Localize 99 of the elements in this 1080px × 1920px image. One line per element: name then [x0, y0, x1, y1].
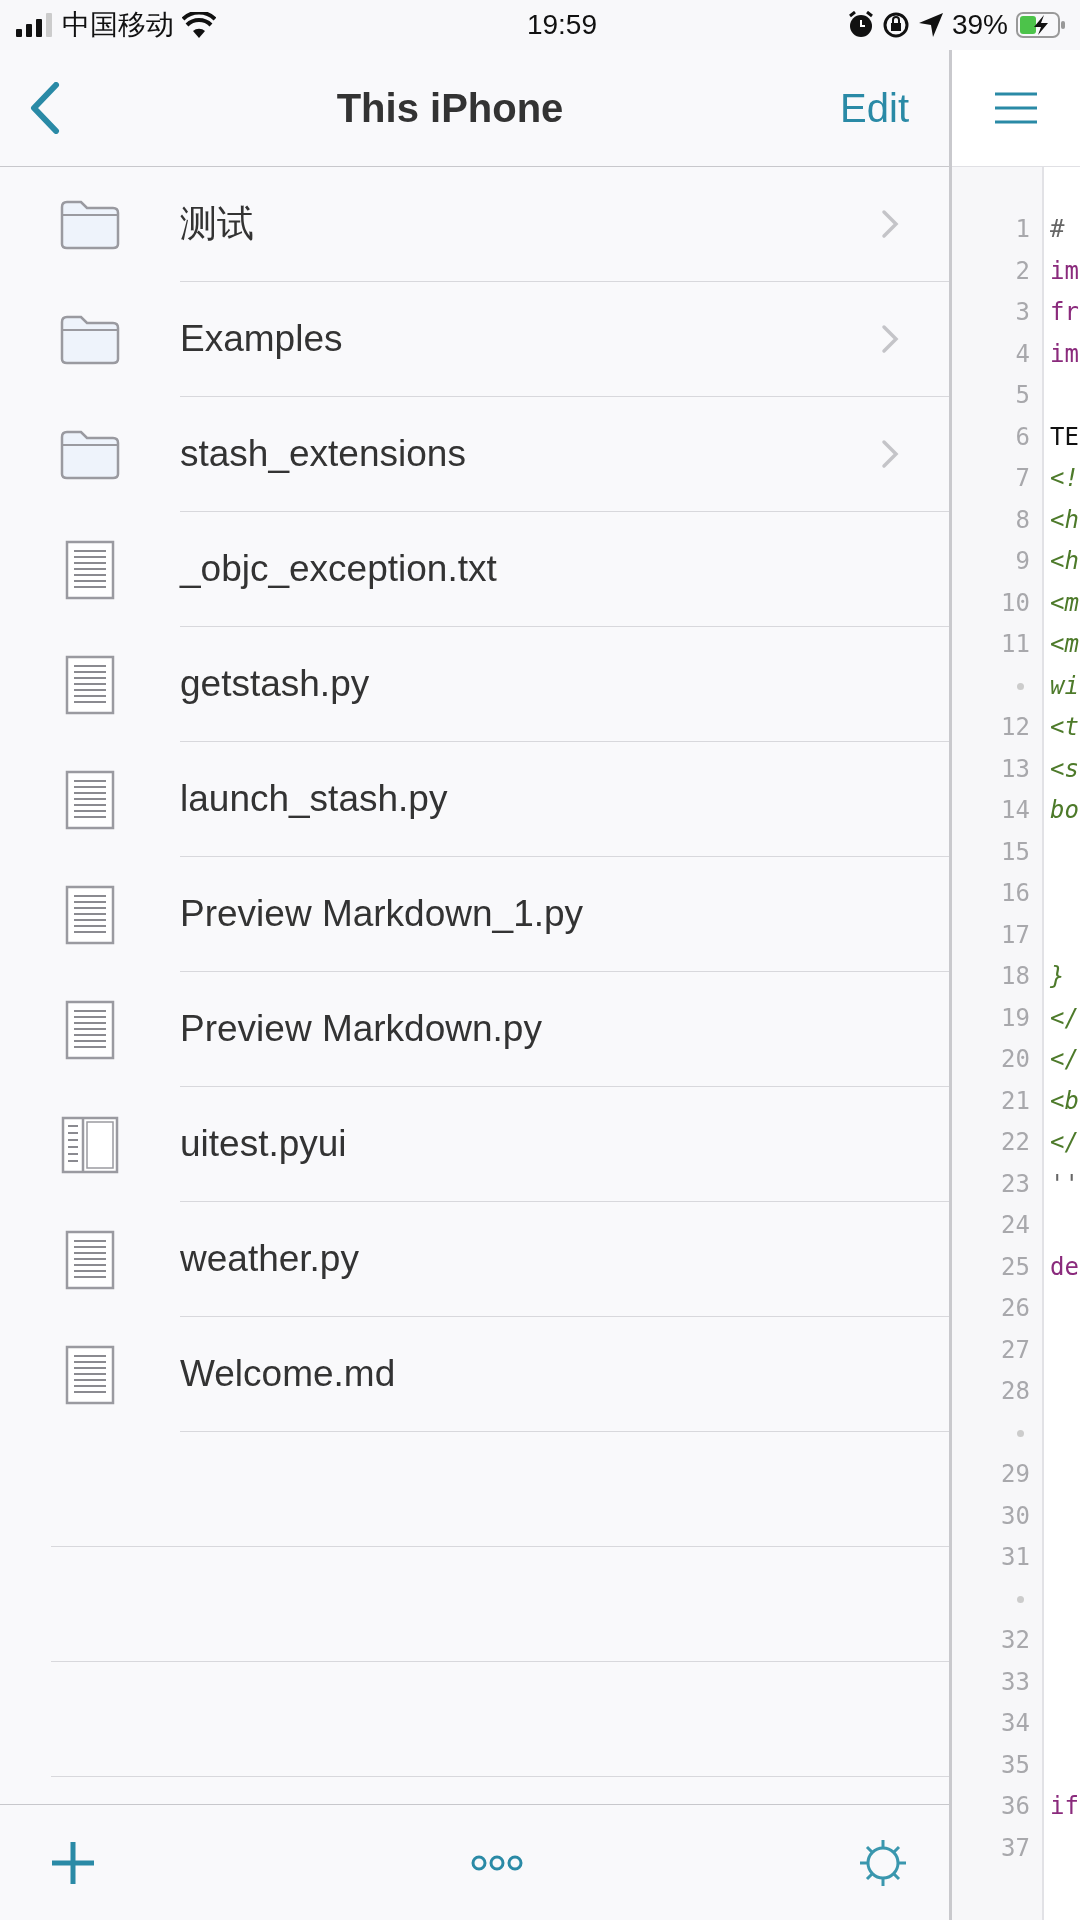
line-number: 2 — [1015, 256, 1030, 285]
line-number: 34 — [1001, 1709, 1030, 1737]
line-number: 12 — [1001, 713, 1030, 741]
code-text: de — [1050, 1252, 1079, 1281]
document-icon — [65, 769, 115, 830]
code-text: im — [1050, 339, 1079, 368]
more-button[interactable] — [470, 1853, 523, 1872]
folder-icon — [59, 198, 121, 251]
chevron-right-icon — [881, 439, 899, 469]
code-text: # — [1050, 215, 1065, 243]
folder-icon — [59, 313, 121, 366]
line-number: 27 — [1001, 1335, 1030, 1364]
line-number: 5 — [1015, 381, 1030, 409]
chevron-right-icon — [881, 324, 899, 354]
line-number: 18 — [1001, 962, 1030, 990]
code-text: <m — [1050, 588, 1079, 617]
line-number: 33 — [1001, 1667, 1030, 1696]
line-number: 6 — [1015, 422, 1030, 451]
document-icon — [65, 1229, 115, 1290]
file-name[interactable]: Welcome.md — [180, 1346, 396, 1402]
code-text: <m — [1050, 630, 1079, 658]
document-icon — [65, 884, 115, 945]
line-number: 29 — [1001, 1460, 1030, 1488]
ui-layout-icon — [61, 1115, 119, 1174]
line-number: 3 — [1015, 298, 1030, 326]
line-number: 31 — [1001, 1543, 1030, 1571]
line-number: 13 — [1001, 754, 1030, 783]
code-text: im — [1050, 256, 1079, 285]
code-text: '' — [1050, 1169, 1079, 1198]
file-name[interactable]: launch_stash.py — [180, 771, 448, 827]
line-number: 4 — [1015, 339, 1030, 368]
document-icon — [65, 999, 115, 1060]
file-name[interactable]: weather.py — [180, 1231, 359, 1287]
code-text: <h — [1050, 505, 1079, 534]
document-icon — [65, 654, 115, 715]
rotation-lock-icon — [881, 11, 910, 39]
line-number: 1 — [1015, 215, 1030, 243]
document-icon — [65, 1344, 115, 1405]
code-text: <b — [1050, 1086, 1079, 1115]
signal-icon — [16, 13, 54, 37]
file-name[interactable]: getstash.py — [180, 656, 370, 712]
battery-percent: 39% — [951, 8, 1008, 42]
edit-button[interactable]: Edit — [840, 78, 909, 138]
alarm-icon — [847, 11, 874, 39]
page-title: This iPhone — [336, 85, 564, 132]
code-text: <t — [1050, 713, 1079, 741]
code-text: if — [1050, 1792, 1079, 1820]
code-text: bo — [1050, 796, 1079, 824]
code-text: <s — [1050, 754, 1079, 783]
line-number: 35 — [1001, 1750, 1030, 1779]
file-name[interactable]: Preview Markdown_1.py — [180, 886, 584, 942]
add-button[interactable] — [50, 1839, 96, 1886]
line-number: 37 — [1001, 1833, 1030, 1862]
line-number: 20 — [1001, 1045, 1030, 1073]
file-name[interactable]: uitest.pyui — [180, 1116, 347, 1172]
line-number: 8 — [1015, 505, 1030, 534]
line-number: 26 — [1001, 1294, 1030, 1322]
menu-button[interactable] — [993, 91, 1039, 125]
line-number: 32 — [1001, 1626, 1030, 1654]
code-text: </ — [1050, 1128, 1079, 1156]
line-number: 23 — [1001, 1169, 1030, 1198]
file-name[interactable]: _objc_exception.txt — [180, 541, 497, 597]
code-text: TE — [1050, 422, 1079, 451]
document-icon — [65, 539, 115, 600]
clock-time: 19:59 — [526, 8, 597, 42]
carrier-name: 中国移动 — [62, 8, 174, 42]
line-number: 9 — [1015, 547, 1030, 575]
line-number: 11 — [1001, 630, 1030, 658]
chevron-right-icon — [881, 209, 899, 239]
line-number: 25 — [1001, 1252, 1030, 1281]
battery-charging-icon — [1016, 12, 1066, 38]
line-number: 21 — [1001, 1086, 1030, 1115]
code-text: wi — [1050, 671, 1079, 700]
line-number: 7 — [1015, 464, 1030, 492]
code-text: } — [1050, 962, 1065, 990]
line-number: 24 — [1001, 1211, 1030, 1239]
line-number: 30 — [1001, 1501, 1030, 1530]
folder-icon — [59, 428, 121, 481]
back-button[interactable] — [30, 82, 60, 134]
file-name[interactable]: 测试 — [180, 196, 254, 252]
file-name[interactable]: Preview Markdown.py — [180, 1001, 542, 1057]
wifi-icon — [182, 12, 216, 38]
line-number: 28 — [1001, 1377, 1030, 1405]
code-text: <h — [1050, 547, 1079, 575]
code-text: <! — [1050, 464, 1079, 492]
code-text: </ — [1050, 1003, 1079, 1032]
line-number: 22 — [1001, 1128, 1030, 1156]
line-number: 17 — [1001, 920, 1030, 949]
line-number: 15 — [1001, 837, 1030, 866]
file-name[interactable]: Examples — [180, 311, 343, 367]
code-text: </ — [1050, 1045, 1079, 1073]
code-text: fr — [1050, 298, 1079, 326]
file-name[interactable]: stash_extensions — [180, 426, 466, 482]
line-number: 19 — [1001, 1003, 1030, 1032]
line-number: 36 — [1001, 1792, 1030, 1820]
line-number: 10 — [1001, 588, 1030, 617]
line-number: 16 — [1001, 879, 1030, 907]
location-arrow-icon — [917, 12, 944, 38]
line-number: 14 — [1001, 796, 1030, 824]
